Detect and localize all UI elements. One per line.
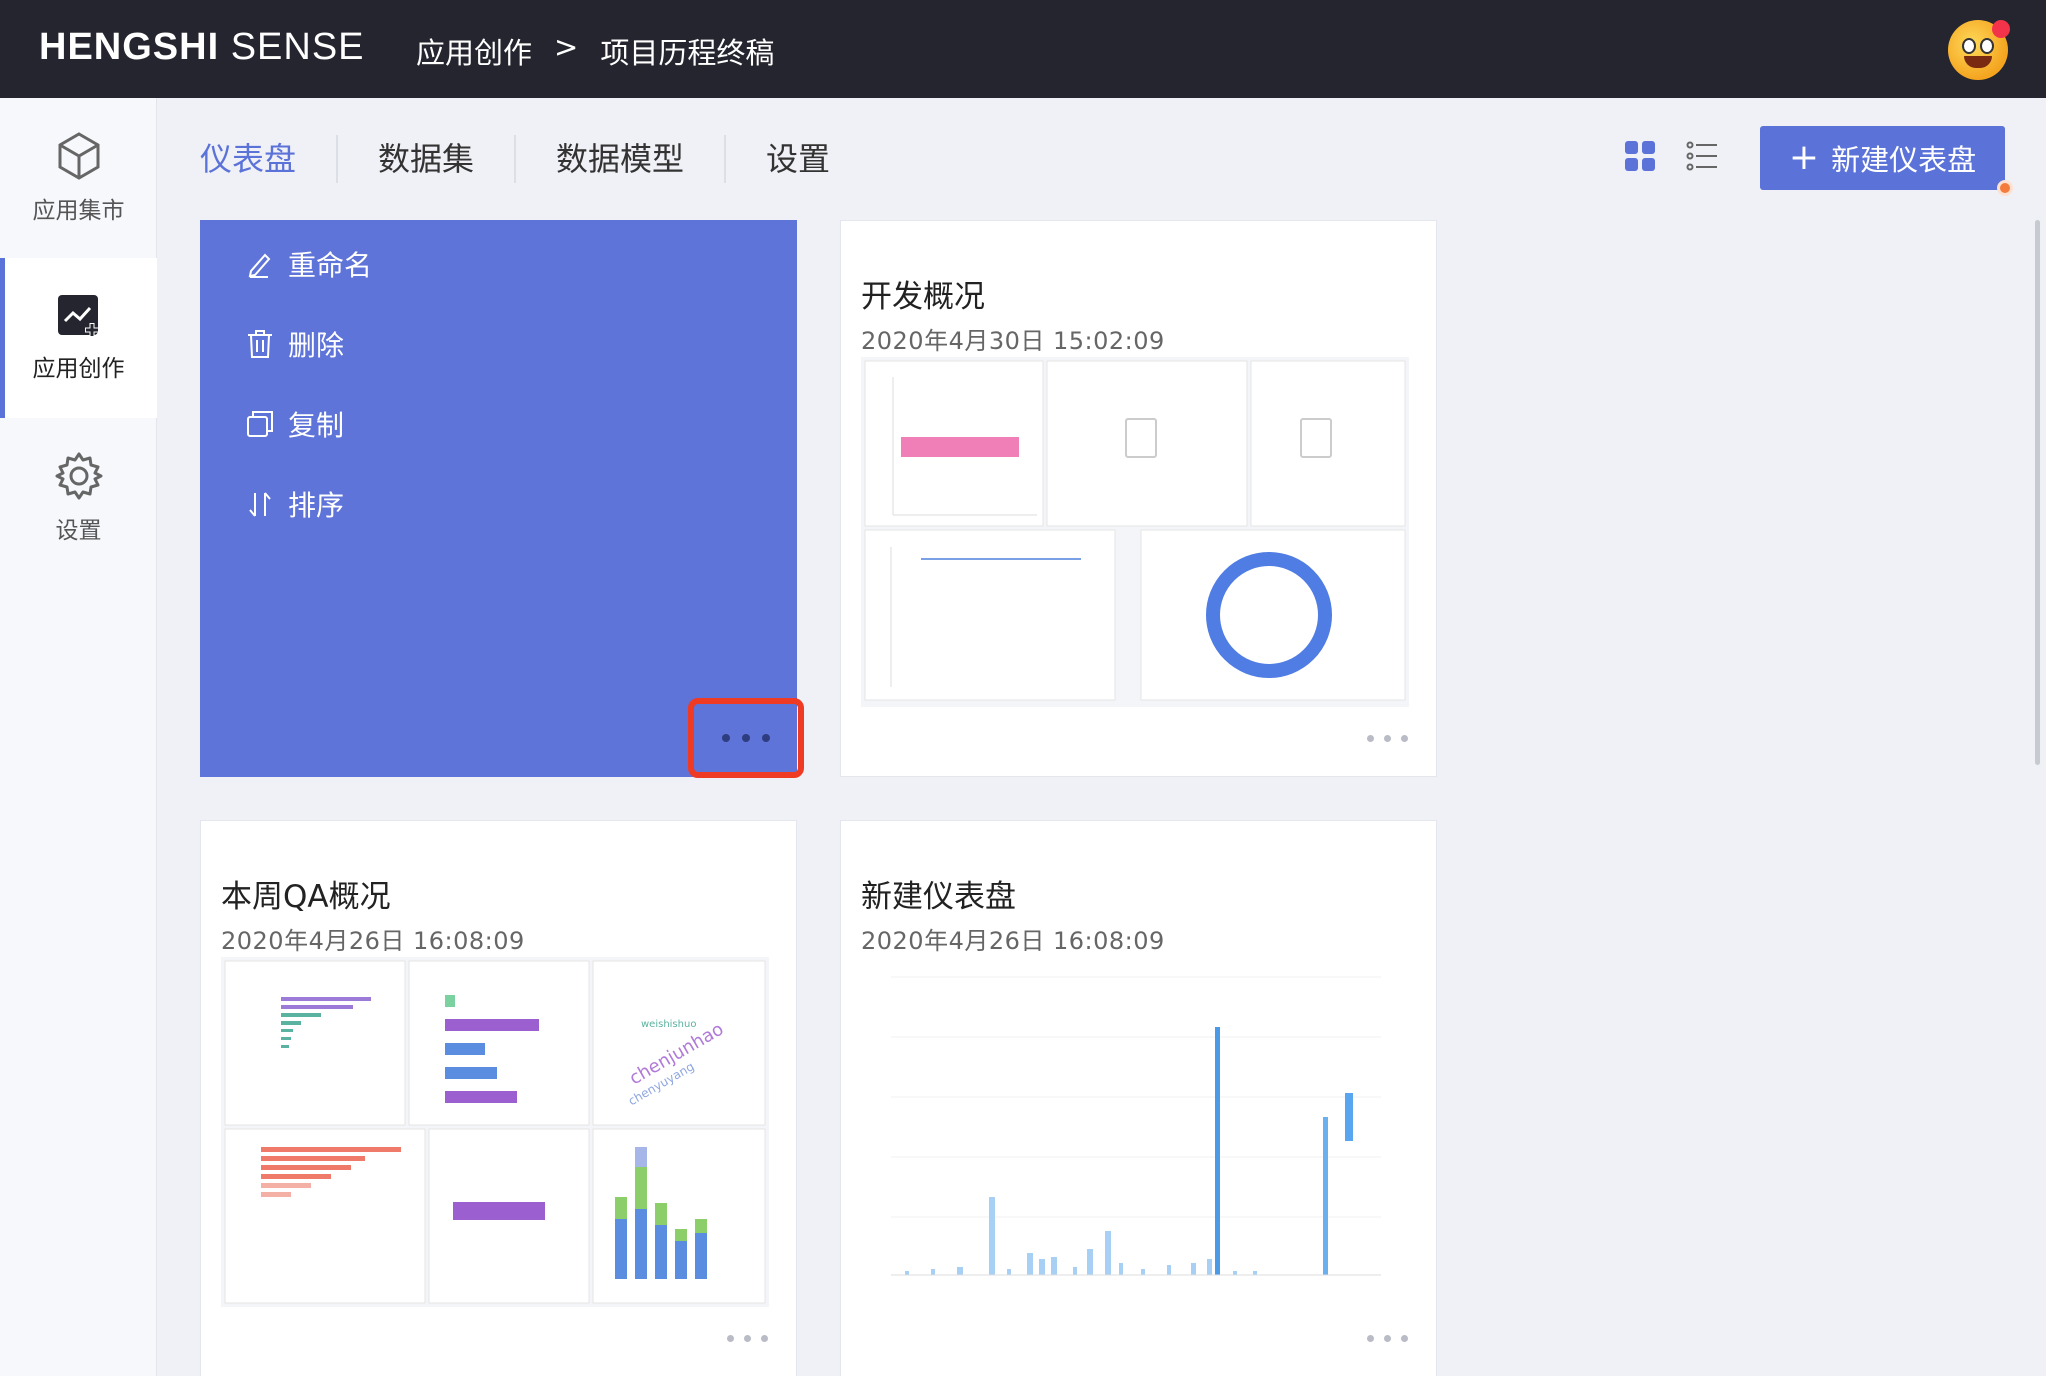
menu-item-copy[interactable]: 复制 xyxy=(246,404,344,444)
card-date: 2020年4月30日 15:02:09 xyxy=(861,327,1165,355)
cube-icon xyxy=(58,132,99,180)
tab-settings[interactable]: 设置 xyxy=(726,135,870,183)
more-options-button[interactable] xyxy=(1367,735,1408,742)
more-dot xyxy=(1401,735,1408,742)
logo-bold-text: HENGSHI xyxy=(39,26,220,68)
grid-cell xyxy=(1625,141,1638,154)
sort-icon xyxy=(249,492,271,517)
more-dot xyxy=(1367,735,1374,742)
grid-cell xyxy=(1625,158,1638,171)
card-date: 2020年4月26日 16:08:09 xyxy=(861,927,1165,955)
menu-item-label: 删除 xyxy=(288,329,345,362)
avatar-eye-right xyxy=(1980,38,1994,54)
sidebar-item-label: 应用集市 xyxy=(32,198,125,224)
grid-cell xyxy=(1642,158,1655,171)
more-dot xyxy=(1384,735,1391,742)
menu-item-label: 复制 xyxy=(288,409,345,442)
more-dot xyxy=(1367,1335,1374,1342)
card-title: 本周QA概况 xyxy=(221,879,391,915)
list-view-icon[interactable] xyxy=(1686,140,1718,172)
dashboard-thumbnail: chenjunhao weishishuo chenyuyang xyxy=(221,957,769,1307)
card-date: 2020年4月26日 16:08:09 xyxy=(221,927,525,955)
menu-item-sort[interactable]: 排序 xyxy=(246,484,344,524)
avatar-eye-left xyxy=(1962,38,1976,54)
logo-light-text: SENSE xyxy=(230,26,365,68)
grid-cell xyxy=(1642,141,1655,154)
user-avatar[interactable] xyxy=(1948,20,2010,80)
sidebar-item-settings[interactable]: 设置 xyxy=(0,418,157,578)
avatar-mouth xyxy=(1964,56,1992,68)
page-scrollbar[interactable] xyxy=(2035,220,2040,765)
menu-item-rename[interactable]: 重命名 xyxy=(246,244,372,284)
breadcrumb-current: 项目历程终稿 xyxy=(600,36,775,70)
dashboard-card[interactable]: 新建仪表盘 2020年4月26日 16:08:09 xyxy=(840,820,1437,1376)
more-dot xyxy=(1401,1335,1408,1342)
chart-add-icon xyxy=(57,295,99,337)
more-dot xyxy=(742,734,750,742)
more-dot xyxy=(762,734,770,742)
new-dashboard-label: 新建仪表盘 xyxy=(1831,143,1977,177)
copy-icon xyxy=(247,411,273,437)
section-tabs: 仪表盘 数据集 数据模型 设置 xyxy=(200,135,870,183)
new-dashboard-button[interactable]: + 新建仪表盘 xyxy=(1760,126,2005,190)
app-logo[interactable]: HENGSHI SENSE xyxy=(39,26,365,69)
more-dot xyxy=(744,1335,751,1342)
sidebar-item-label: 设置 xyxy=(55,518,102,544)
grid-view-icon[interactable] xyxy=(1625,141,1655,171)
dashboard-thumbnail xyxy=(861,357,1409,707)
menu-item-label: 重命名 xyxy=(288,249,373,282)
dashboard-card[interactable]: 本周QA概况 2020年4月26日 16:08:09 chenjunhao we… xyxy=(200,820,797,1376)
more-dot xyxy=(761,1335,768,1342)
more-dot xyxy=(722,734,730,742)
more-options-button[interactable] xyxy=(1367,1335,1408,1342)
guide-dot xyxy=(1997,180,2013,196)
trash-icon xyxy=(248,330,272,358)
menu-item-delete[interactable]: 删除 xyxy=(246,324,344,364)
breadcrumb-root[interactable]: 应用创作 xyxy=(416,30,532,72)
more-dot xyxy=(727,1335,734,1342)
sidebar-item-app-market[interactable]: 应用集市 xyxy=(0,98,157,258)
dashboard-card[interactable]: 开发概况 2020年4月30日 15:02:09 xyxy=(840,220,1437,777)
tab-dashboard[interactable]: 仪表盘 xyxy=(200,135,339,183)
card-title: 开发概况 xyxy=(861,279,985,315)
dashboard-thumbnail xyxy=(861,957,1409,1307)
sidebar: 应用集市 应用创作 设置 xyxy=(0,98,157,1376)
dashboard-card-menu: 重命名 删除 复制 排序 xyxy=(200,220,797,777)
more-dot xyxy=(1384,1335,1391,1342)
card-title: 新建仪表盘 xyxy=(861,879,1016,915)
breadcrumb: 应用创作 > 项目历程终稿 xyxy=(416,30,774,72)
sidebar-item-label: 应用创作 xyxy=(32,356,125,382)
top-bar: HENGSHI SENSE 应用创作 > 项目历程终稿 xyxy=(0,0,2046,98)
more-options-button-highlighted[interactable] xyxy=(688,698,804,778)
tab-dataset[interactable]: 数据集 xyxy=(338,135,517,183)
more-options-button[interactable] xyxy=(727,1335,768,1342)
svg-text:weishishuo: weishishuo xyxy=(641,1019,696,1030)
gear-icon xyxy=(55,452,102,500)
breadcrumb-separator: > xyxy=(554,30,579,64)
menu-item-label: 排序 xyxy=(288,489,345,522)
pencil-icon xyxy=(248,253,271,278)
tab-data-model[interactable]: 数据模型 xyxy=(516,135,727,183)
sidebar-item-app-create[interactable]: 应用创作 xyxy=(0,258,157,418)
plus-icon: + xyxy=(1788,137,1820,178)
notification-dot xyxy=(1992,20,2010,38)
